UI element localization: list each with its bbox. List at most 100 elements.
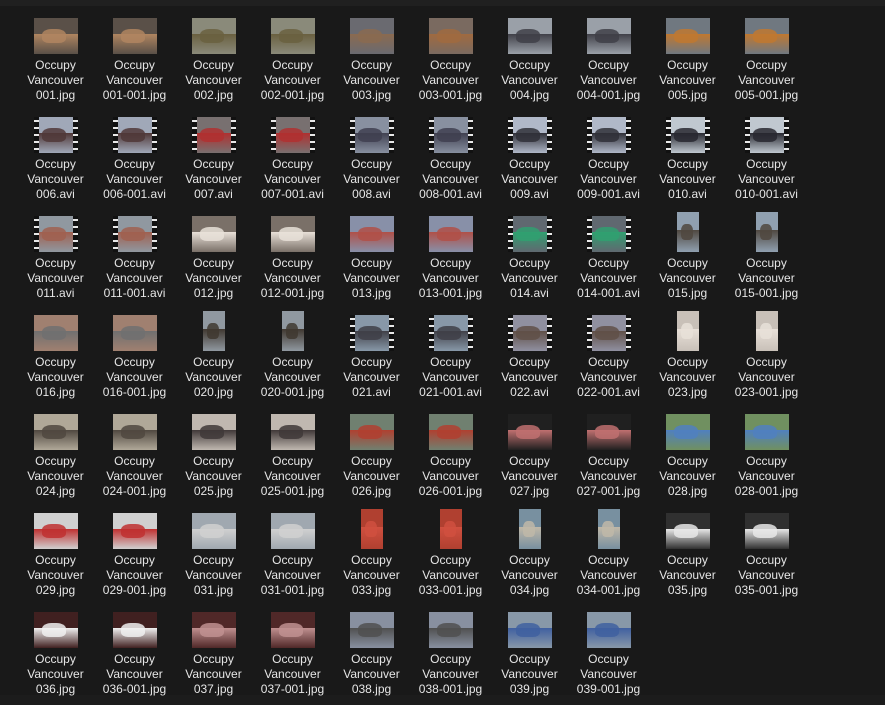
- image-file-item[interactable]: Occupy Vancouver 024.jpg: [16, 408, 95, 507]
- image-file-item[interactable]: Occupy Vancouver 012-001.jpg: [253, 210, 332, 309]
- image-file-item[interactable]: Occupy Vancouver 029-001.jpg: [95, 507, 174, 606]
- file-name-line: Vancouver: [27, 172, 84, 186]
- file-name-label: Occupy Vancouver 013.jpg: [332, 256, 411, 301]
- image-file-item[interactable]: Occupy Vancouver 036.jpg: [16, 606, 95, 705]
- file-name-label: Occupy Vancouver 004.jpg: [490, 58, 569, 103]
- image-file-item[interactable]: Occupy Vancouver 036-001.jpg: [95, 606, 174, 705]
- video-file-item[interactable]: Occupy Vancouver 014.avi: [490, 210, 569, 309]
- video-file-item[interactable]: Occupy Vancouver 009-001.avi: [569, 111, 648, 210]
- image-file-item[interactable]: Occupy Vancouver 033-001.jpg: [411, 507, 490, 606]
- video-thumbnail: [507, 117, 552, 153]
- file-name-line: Vancouver: [185, 568, 242, 582]
- file-name-line: Occupy: [509, 355, 550, 369]
- image-file-item[interactable]: Occupy Vancouver 031.jpg: [174, 507, 253, 606]
- image-file-item[interactable]: Occupy Vancouver 033.jpg: [332, 507, 411, 606]
- image-file-item[interactable]: Occupy Vancouver 016.jpg: [16, 309, 95, 408]
- image-file-item[interactable]: Occupy Vancouver 013-001.jpg: [411, 210, 490, 309]
- video-file-item[interactable]: Occupy Vancouver 011.avi: [16, 210, 95, 309]
- video-file-item[interactable]: Occupy Vancouver 021.avi: [332, 309, 411, 408]
- file-name-line: Vancouver: [501, 370, 558, 384]
- image-file-item[interactable]: Occupy Vancouver 005-001.jpg: [727, 12, 806, 111]
- image-file-item[interactable]: Occupy Vancouver 015.jpg: [648, 210, 727, 309]
- video-file-item[interactable]: Occupy Vancouver 010.avi: [648, 111, 727, 210]
- image-file-item[interactable]: Occupy Vancouver 037-001.jpg: [253, 606, 332, 705]
- image-file-item[interactable]: Occupy Vancouver 023.jpg: [648, 309, 727, 408]
- thumbnail-frame: [727, 410, 806, 450]
- video-file-item[interactable]: Occupy Vancouver 007-001.avi: [253, 111, 332, 210]
- file-name-line: Vancouver: [27, 271, 84, 285]
- image-file-item[interactable]: Occupy Vancouver 001-001.jpg: [95, 12, 174, 111]
- video-file-item[interactable]: Occupy Vancouver 010-001.avi: [727, 111, 806, 210]
- image-thumbnail: [507, 18, 552, 54]
- image-thumbnail: [349, 216, 394, 252]
- image-file-item[interactable]: Occupy Vancouver 015-001.jpg: [727, 210, 806, 309]
- image-thumbnail: [428, 18, 473, 54]
- file-name-line: 004.jpg: [509, 88, 550, 102]
- image-file-item[interactable]: Occupy Vancouver 038.jpg: [332, 606, 411, 705]
- video-file-item[interactable]: Occupy Vancouver 008.avi: [332, 111, 411, 210]
- image-file-item[interactable]: Occupy Vancouver 031-001.jpg: [253, 507, 332, 606]
- image-file-item[interactable]: Occupy Vancouver 012.jpg: [174, 210, 253, 309]
- image-file-item[interactable]: Occupy Vancouver 025-001.jpg: [253, 408, 332, 507]
- image-file-item[interactable]: Occupy Vancouver 037.jpg: [174, 606, 253, 705]
- image-file-item[interactable]: Occupy Vancouver 034.jpg: [490, 507, 569, 606]
- image-file-item[interactable]: Occupy Vancouver 028.jpg: [648, 408, 727, 507]
- file-name-line: Occupy: [746, 58, 787, 72]
- file-name-line: Vancouver: [501, 172, 558, 186]
- image-file-item[interactable]: Occupy Vancouver 004.jpg: [490, 12, 569, 111]
- image-file-item[interactable]: Occupy Vancouver 039.jpg: [490, 606, 569, 705]
- video-file-item[interactable]: Occupy Vancouver 007.avi: [174, 111, 253, 210]
- video-file-item[interactable]: Occupy Vancouver 009.avi: [490, 111, 569, 210]
- image-file-item[interactable]: Occupy Vancouver 029.jpg: [16, 507, 95, 606]
- file-name-line: 004-001.jpg: [576, 88, 641, 102]
- file-name-line: 015-001.jpg: [734, 286, 799, 300]
- image-file-item[interactable]: Occupy Vancouver 001.jpg: [16, 12, 95, 111]
- image-file-item[interactable]: Occupy Vancouver 003-001.jpg: [411, 12, 490, 111]
- image-thumbnail: [744, 513, 789, 549]
- file-name-line: Occupy: [588, 58, 629, 72]
- image-file-item[interactable]: Occupy Vancouver 013.jpg: [332, 210, 411, 309]
- thumbnail-frame: [95, 113, 174, 153]
- image-file-item[interactable]: Occupy Vancouver 027-001.jpg: [569, 408, 648, 507]
- image-thumbnail: [349, 414, 394, 450]
- image-file-item[interactable]: Occupy Vancouver 023-001.jpg: [727, 309, 806, 408]
- video-thumbnail: [665, 117, 710, 153]
- video-file-item[interactable]: Occupy Vancouver 008-001.avi: [411, 111, 490, 210]
- image-file-item[interactable]: Occupy Vancouver 005.jpg: [648, 12, 727, 111]
- file-name-line: Vancouver: [580, 172, 637, 186]
- image-file-item[interactable]: Occupy Vancouver 027.jpg: [490, 408, 569, 507]
- image-thumbnail: [33, 414, 78, 450]
- image-file-item[interactable]: Occupy Vancouver 039-001.jpg: [569, 606, 648, 705]
- video-file-item[interactable]: Occupy Vancouver 006.avi: [16, 111, 95, 210]
- file-name-line: 010-001.avi: [735, 187, 798, 201]
- image-file-item[interactable]: Occupy Vancouver 035-001.jpg: [727, 507, 806, 606]
- image-file-item[interactable]: Occupy Vancouver 024-001.jpg: [95, 408, 174, 507]
- image-file-item[interactable]: Occupy Vancouver 035.jpg: [648, 507, 727, 606]
- image-file-item[interactable]: Occupy Vancouver 026-001.jpg: [411, 408, 490, 507]
- file-name-label: Occupy Vancouver 016-001.jpg: [95, 355, 174, 400]
- image-file-item[interactable]: Occupy Vancouver 003.jpg: [332, 12, 411, 111]
- video-file-item[interactable]: Occupy Vancouver 021-001.avi: [411, 309, 490, 408]
- video-file-item[interactable]: Occupy Vancouver 014-001.avi: [569, 210, 648, 309]
- image-file-item[interactable]: Occupy Vancouver 004-001.jpg: [569, 12, 648, 111]
- image-file-item[interactable]: Occupy Vancouver 028-001.jpg: [727, 408, 806, 507]
- image-file-item[interactable]: Occupy Vancouver 020.jpg: [174, 309, 253, 408]
- image-file-item[interactable]: Occupy Vancouver 002-001.jpg: [253, 12, 332, 111]
- thumbnail-frame: [174, 212, 253, 252]
- image-file-item[interactable]: Occupy Vancouver 038-001.jpg: [411, 606, 490, 705]
- file-name-line: Occupy: [35, 256, 76, 270]
- video-file-item[interactable]: Occupy Vancouver 022-001.avi: [569, 309, 648, 408]
- thumbnail-frame: [253, 608, 332, 648]
- file-name-line: 035-001.jpg: [734, 583, 799, 597]
- image-file-item[interactable]: Occupy Vancouver 016-001.jpg: [95, 309, 174, 408]
- file-name-line: Vancouver: [185, 667, 242, 681]
- image-file-item[interactable]: Occupy Vancouver 020-001.jpg: [253, 309, 332, 408]
- video-file-item[interactable]: Occupy Vancouver 022.avi: [490, 309, 569, 408]
- image-file-item[interactable]: Occupy Vancouver 026.jpg: [332, 408, 411, 507]
- image-thumbnail: [586, 414, 631, 450]
- image-file-item[interactable]: Occupy Vancouver 025.jpg: [174, 408, 253, 507]
- video-file-item[interactable]: Occupy Vancouver 006-001.avi: [95, 111, 174, 210]
- image-file-item[interactable]: Occupy Vancouver 034-001.jpg: [569, 507, 648, 606]
- image-file-item[interactable]: Occupy Vancouver 002.jpg: [174, 12, 253, 111]
- video-file-item[interactable]: Occupy Vancouver 011-001.avi: [95, 210, 174, 309]
